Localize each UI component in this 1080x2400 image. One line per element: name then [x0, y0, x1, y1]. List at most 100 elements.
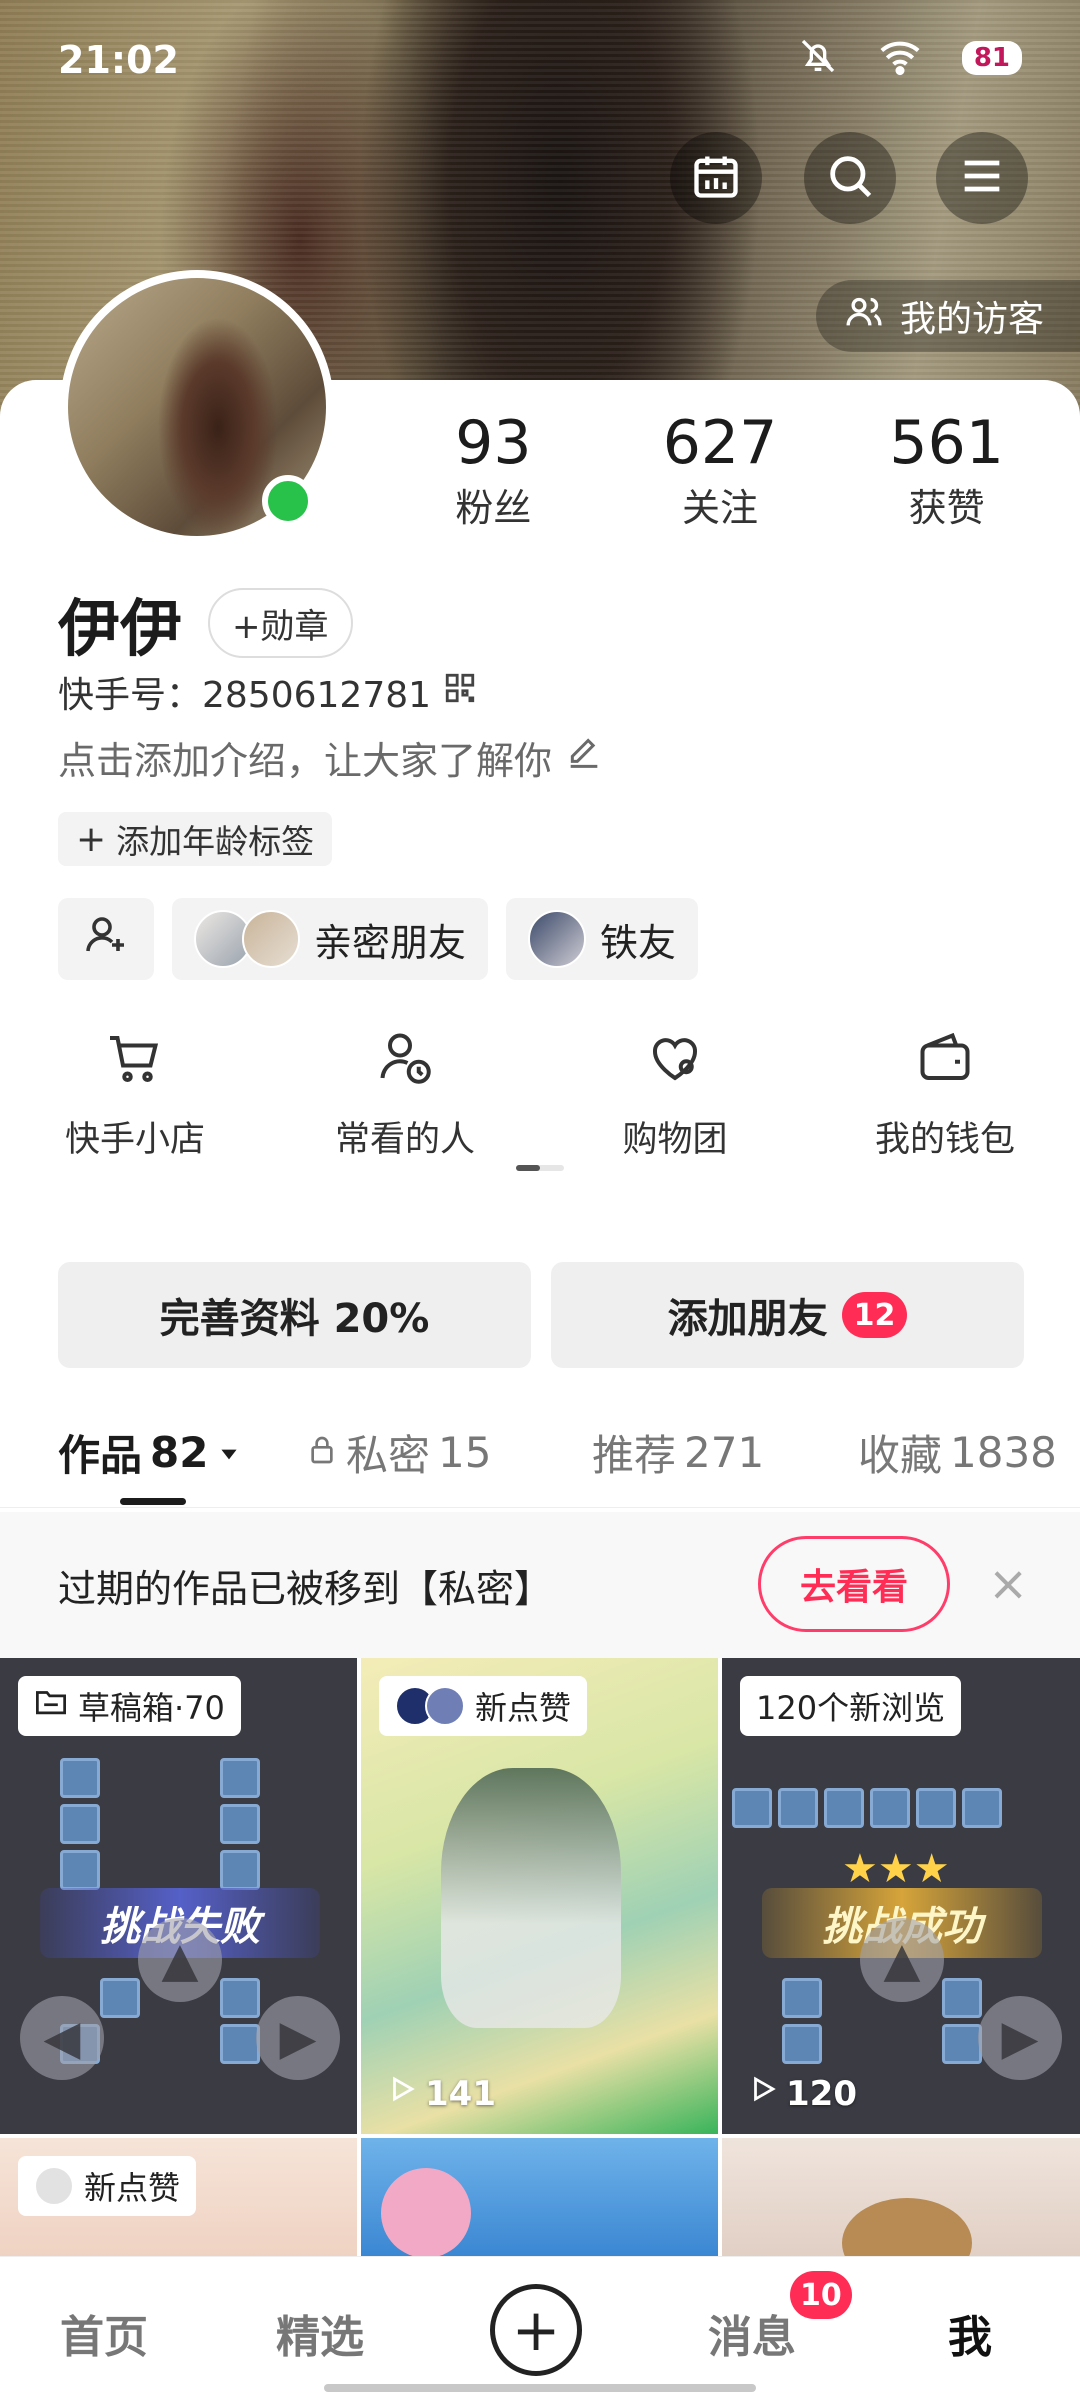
- shortcut-label: 快手小店: [64, 1120, 205, 1160]
- status-bar: 21:02 81: [0, 0, 1080, 120]
- my-visitors-button[interactable]: 我的访客: [815, 280, 1080, 352]
- mute-bell-icon: [798, 36, 838, 80]
- active-tab-indicator: [120, 1498, 186, 1505]
- drafts-label: 草稿箱·70: [18, 1676, 241, 1736]
- menu-button[interactable]: [936, 132, 1028, 224]
- tab-count: 15: [438, 1428, 492, 1477]
- close-friends-avatars: [194, 910, 300, 968]
- shortcut-row: 快手小店 常看的人 购物团 我的钱包: [0, 1028, 1080, 1162]
- shortcut-shop[interactable]: 快手小店: [0, 1028, 270, 1162]
- tab-count: 1838: [950, 1428, 1057, 1477]
- stars-icon: ★★★: [842, 1846, 950, 1892]
- shortcut-frequent-people[interactable]: 常看的人: [270, 1028, 540, 1162]
- liker-avatars: [395, 1686, 465, 1726]
- menu-icon: [956, 150, 1008, 206]
- stat-label: 粉丝: [455, 486, 532, 530]
- age-tag-label: 添加年龄标签: [116, 822, 315, 861]
- status-time: 21:02: [58, 38, 179, 82]
- stat-likes[interactable]: 561 获赞: [833, 412, 1060, 532]
- label-text: 新点赞: [475, 1689, 572, 1727]
- works-grid: 挑战失败 ▲ ◀ ▶ 草稿箱·70 新点赞 141: [0, 1658, 1080, 2258]
- grid-item-anime-video[interactable]: 新点赞 141: [361, 1658, 718, 2134]
- shortcut-label: 我的钱包: [874, 1120, 1015, 1160]
- liker-avatar: [425, 1686, 465, 1726]
- shortcut-shopping-group[interactable]: 购物团: [540, 1028, 810, 1162]
- grid-item-challenge-success[interactable]: ★★★ 挑战成功 ▲ ▶ 120个新浏览 120: [722, 1658, 1080, 2134]
- profile-stats: 93 粉丝 627 关注 561 获赞: [380, 412, 1060, 532]
- grid-item-row2-1[interactable]: 新点赞: [0, 2138, 357, 2258]
- visitors-label: 我的访客: [899, 299, 1044, 340]
- new-likes-label: 新点赞: [18, 2156, 197, 2216]
- qr-code-icon[interactable]: [443, 671, 477, 714]
- nav-featured[interactable]: 精选: [276, 2301, 364, 2365]
- wifi-icon: [878, 36, 922, 80]
- edit-pencil-icon: [564, 733, 604, 782]
- wallet-icon: [915, 1028, 975, 1097]
- nav-messages[interactable]: 消息: [708, 2301, 796, 2365]
- tab-favorites[interactable]: 收藏 1838: [858, 1422, 1057, 1483]
- complete-profile-button[interactable]: 完善资料 20%: [58, 1262, 531, 1368]
- friend-avatar: [242, 910, 300, 968]
- play-count: 141: [387, 2073, 496, 2114]
- add-friends-button[interactable]: 添加朋友 12: [551, 1262, 1024, 1368]
- label-text: 新点赞: [84, 2169, 181, 2207]
- tab-label: 收藏: [858, 1431, 943, 1480]
- arrow-up-icon: ▲: [860, 1918, 944, 2002]
- plush-toy: [381, 2168, 471, 2258]
- stat-following[interactable]: 627 关注: [607, 412, 834, 532]
- notice-text: 过期的作品已被移到【私密】: [58, 1567, 553, 1611]
- shortcut-wallet[interactable]: 我的钱包: [810, 1028, 1080, 1162]
- add-friends-count-badge: 12: [841, 1292, 908, 1338]
- grid-item-drafts[interactable]: 挑战失败 ▲ ◀ ▶ 草稿箱·70: [0, 1658, 357, 2134]
- intro-edit[interactable]: 点击添加介绍，让大家了解你: [58, 730, 604, 785]
- nav-me[interactable]: 我: [948, 2301, 992, 2365]
- add-friend-button[interactable]: [58, 898, 154, 980]
- tab-label: 作品: [58, 1431, 143, 1480]
- close-friends-chip[interactable]: 亲密朋友: [172, 898, 489, 980]
- go-see-button[interactable]: 去看看: [758, 1536, 950, 1632]
- liker-avatar: [34, 2166, 74, 2206]
- kuaishou-id[interactable]: 快手号：2850612781: [58, 666, 477, 718]
- add-badge-button[interactable]: +勋章: [208, 588, 353, 658]
- arrow-left-icon: ◀: [20, 1996, 104, 2080]
- tab-works[interactable]: 作品 82: [58, 1422, 242, 1483]
- action-row: 完善资料 20% 添加朋友 12: [58, 1262, 1024, 1368]
- close-icon[interactable]: ×: [988, 1560, 1028, 1608]
- intro-text: 点击添加介绍，让大家了解你: [58, 739, 553, 783]
- play-icon: [387, 2073, 417, 2114]
- grid-item-row2-3[interactable]: [722, 2138, 1080, 2258]
- online-status-dot: [262, 475, 314, 527]
- search-button[interactable]: [804, 132, 896, 224]
- stat-label: 获赞: [908, 486, 985, 530]
- tab-label: 私密: [346, 1431, 431, 1480]
- shortcut-label: 购物团: [622, 1120, 728, 1160]
- calendar-button[interactable]: [670, 132, 762, 224]
- cart-icon: [105, 1028, 165, 1097]
- add-friends-label: 添加朋友: [667, 1296, 828, 1342]
- grid-item-row2-2[interactable]: [361, 2138, 718, 2258]
- tab-recommended[interactable]: 推荐 271: [592, 1422, 764, 1483]
- folder-icon: [34, 1687, 68, 1725]
- new-views-label: 120个新浏览: [740, 1676, 962, 1736]
- caret-down-icon: [216, 1428, 242, 1477]
- messages-badge: 10: [790, 2271, 852, 2319]
- add-age-tag-button[interactable]: + 添加年龄标签: [58, 812, 333, 866]
- status-icons: 81: [798, 36, 1022, 80]
- play-icon: [748, 2073, 778, 2114]
- shortcut-page-indicator: [516, 1165, 564, 1171]
- play-count: 120: [748, 2073, 857, 2114]
- home-indicator: [324, 2384, 756, 2392]
- stat-value: 627: [662, 408, 778, 478]
- complete-profile-label: 完善资料 20%: [159, 1296, 430, 1342]
- content-tabs: 作品 82 私密 15 推荐 271 收藏 1838: [0, 1418, 1080, 1508]
- nav-home[interactable]: 首页: [60, 2301, 148, 2365]
- create-post-button[interactable]: +: [490, 2284, 582, 2376]
- friend-avatar: [528, 910, 587, 968]
- tab-private[interactable]: 私密 15: [306, 1422, 491, 1483]
- iron-friends-chip[interactable]: 铁友: [506, 898, 699, 980]
- stat-value: 93: [455, 408, 532, 478]
- stat-followers[interactable]: 93 粉丝: [380, 412, 607, 532]
- expired-works-notice: 过期的作品已被移到【私密】 去看看 ×: [0, 1512, 1080, 1658]
- person-clock-icon: [375, 1028, 435, 1097]
- arrow-up-icon: ▲: [138, 1918, 222, 2002]
